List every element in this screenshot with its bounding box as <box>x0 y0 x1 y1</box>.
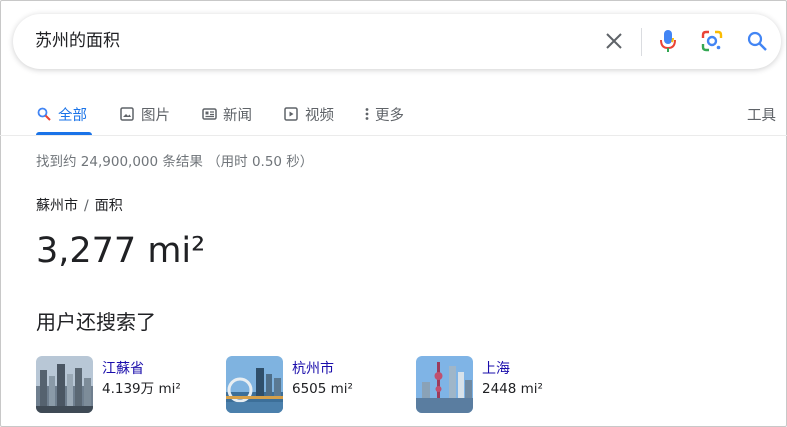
tab-label: 新闻 <box>223 107 252 124</box>
related-item-text: 江蘇省 4.139万 mi² <box>102 356 181 414</box>
search-input[interactable] <box>35 14 575 69</box>
related-item-name: 杭州市 <box>292 361 334 377</box>
google-lens-icon[interactable] <box>699 28 725 54</box>
related-item-text: 杭州市 6505 mi² <box>292 356 353 414</box>
search-icon[interactable] <box>744 28 770 54</box>
related-item-value: 2448 mi² <box>482 381 543 397</box>
city-bridge-thumbnail <box>226 356 283 413</box>
related-item-hangzhou[interactable]: 杭州市 6505 mi² <box>226 356 353 414</box>
breadcrumb-city-link[interactable]: 蘇州市 <box>36 198 78 214</box>
shanghai-tower-thumbnail <box>416 356 473 413</box>
news-icon <box>201 106 217 122</box>
tools-button[interactable]: 工具 <box>747 96 776 132</box>
tab-videos[interactable]: 视频 <box>283 96 334 132</box>
answer-value: 3,277 mi² <box>36 231 206 271</box>
related-item-shanghai[interactable]: 上海 2448 mi² <box>416 356 543 414</box>
search-tabs: 全部 图片 新闻 视频 更多 工具 <box>36 96 776 136</box>
result-stats: 找到约 24,900,000 条结果 （用时 0.50 秒） <box>36 154 314 170</box>
tab-all[interactable]: 全部 <box>36 96 87 132</box>
tools-label: 工具 <box>747 107 776 124</box>
tabs-divider <box>0 135 787 136</box>
tab-label: 图片 <box>141 107 170 124</box>
breadcrumb-separator: / <box>84 198 89 214</box>
image-icon <box>119 106 135 122</box>
tab-images[interactable]: 图片 <box>119 96 170 132</box>
more-vert-icon <box>363 106 371 122</box>
video-icon <box>283 106 299 122</box>
search-bar-divider <box>641 28 642 56</box>
clear-icon[interactable] <box>601 28 627 54</box>
related-item-name: 江蘇省 <box>102 361 144 377</box>
people-also-search-title: 用户还搜索了 <box>36 310 156 334</box>
related-entities: 江蘇省 4.139万 mi² 杭州市 6505 mi² 上海 2448 mi² <box>36 356 776 416</box>
breadcrumb-attribute: 面积 <box>94 198 123 214</box>
related-item-jiangsu[interactable]: 江蘇省 4.139万 mi² <box>36 356 181 414</box>
microphone-icon[interactable] <box>655 28 681 54</box>
related-item-value: 6505 mi² <box>292 381 353 397</box>
tab-news[interactable]: 新闻 <box>201 96 252 132</box>
breadcrumb: 蘇州市 / 面积 <box>36 195 123 215</box>
related-item-name: 上海 <box>482 361 510 377</box>
city-skyline-thumbnail <box>36 356 93 413</box>
tab-more[interactable]: 更多 <box>363 96 404 132</box>
tab-label: 更多 <box>375 107 404 124</box>
tab-label: 视频 <box>305 107 334 124</box>
search-icon <box>36 106 52 122</box>
related-item-value: 4.139万 mi² <box>102 381 181 397</box>
search-bar[interactable] <box>13 14 781 69</box>
related-item-text: 上海 2448 mi² <box>482 356 543 414</box>
tab-label: 全部 <box>58 107 87 124</box>
